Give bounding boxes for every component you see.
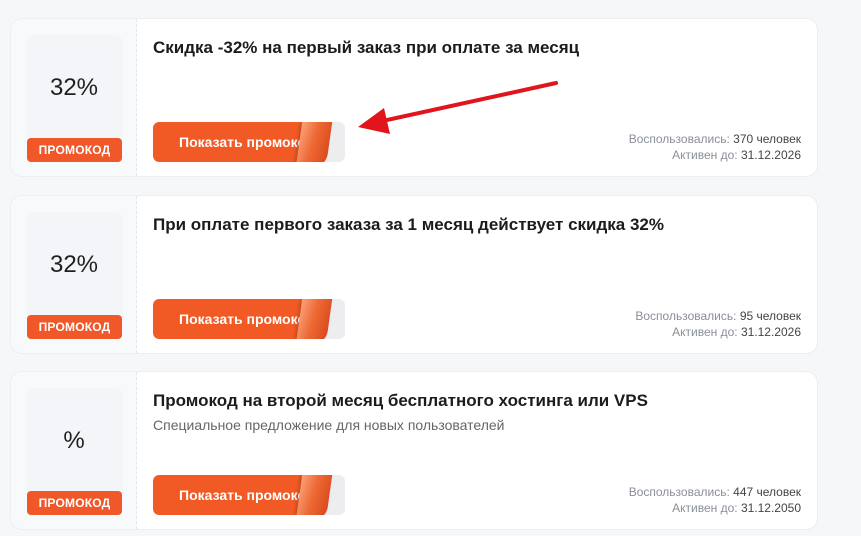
active-label: Активен до: bbox=[672, 325, 738, 339]
show-promocode-label: Показать промокод bbox=[153, 299, 309, 339]
show-promocode-button[interactable]: Показать промокод bbox=[153, 299, 345, 339]
used-label: Воспользовались: bbox=[628, 132, 730, 146]
promo-badge: ПРОМОКОД bbox=[27, 138, 122, 162]
discount-value: 32% bbox=[49, 74, 99, 101]
promo-badge: ПРОМОКОД bbox=[27, 315, 122, 339]
used-label: Воспользовались: bbox=[635, 309, 737, 323]
active-label: Активен до: bbox=[672, 148, 738, 162]
active-date: 31.12.2026 bbox=[740, 325, 801, 339]
used-count: 370 человек bbox=[733, 132, 801, 146]
promo-title: Скидка -32% на первый заказ при оплате з… bbox=[153, 38, 580, 57]
promo-card: 32% ПРОМОКОД Скидка -32% на первый заказ… bbox=[10, 18, 818, 177]
peel-corner-icon bbox=[295, 122, 333, 162]
show-promocode-button[interactable]: Показать промокод bbox=[153, 122, 345, 162]
show-promocode-label: Показать промокод bbox=[153, 475, 309, 515]
promo-meta: Воспользовались: 370 человек Активен до:… bbox=[629, 131, 801, 163]
promo-meta: Воспользовались: 447 человек Активен до:… bbox=[629, 484, 801, 516]
coupon-stub: % ПРОМОКОД bbox=[11, 372, 137, 529]
promo-subtitle: Специальное предложение для новых пользо… bbox=[153, 417, 505, 433]
coupon-stub: 32% ПРОМОКОД bbox=[11, 19, 137, 176]
active-date: 31.12.2026 bbox=[740, 148, 801, 162]
coupon-stub: 32% ПРОМОКОД bbox=[11, 196, 137, 353]
used-count: 95 человек bbox=[739, 309, 801, 323]
promo-list: 32% ПРОМОКОД Скидка -32% на первый заказ… bbox=[0, 0, 861, 536]
promo-card: 32% ПРОМОКОД При оплате первого заказа з… bbox=[10, 195, 818, 354]
active-label: Активен до: bbox=[672, 501, 738, 515]
used-count: 447 человек bbox=[733, 485, 801, 499]
promo-badge: ПРОМОКОД bbox=[27, 491, 122, 515]
discount-value: % bbox=[63, 427, 85, 454]
promo-card: % ПРОМОКОД Промокод на второй месяц бесп… bbox=[10, 371, 818, 530]
used-label: Воспользовались: bbox=[628, 485, 730, 499]
promo-meta: Воспользовались: 95 человек Активен до: … bbox=[635, 308, 801, 340]
discount-value: 32% bbox=[49, 251, 99, 278]
active-date: 31.12.2050 bbox=[740, 501, 801, 515]
peel-corner-icon bbox=[295, 299, 333, 339]
promo-title: При оплате первого заказа за 1 месяц дей… bbox=[153, 215, 664, 234]
promo-title: Промокод на второй месяц бесплатного хос… bbox=[153, 391, 648, 410]
peel-corner-icon bbox=[295, 475, 333, 515]
show-promocode-label: Показать промокод bbox=[153, 122, 309, 162]
show-promocode-button[interactable]: Показать промокод bbox=[153, 475, 345, 515]
